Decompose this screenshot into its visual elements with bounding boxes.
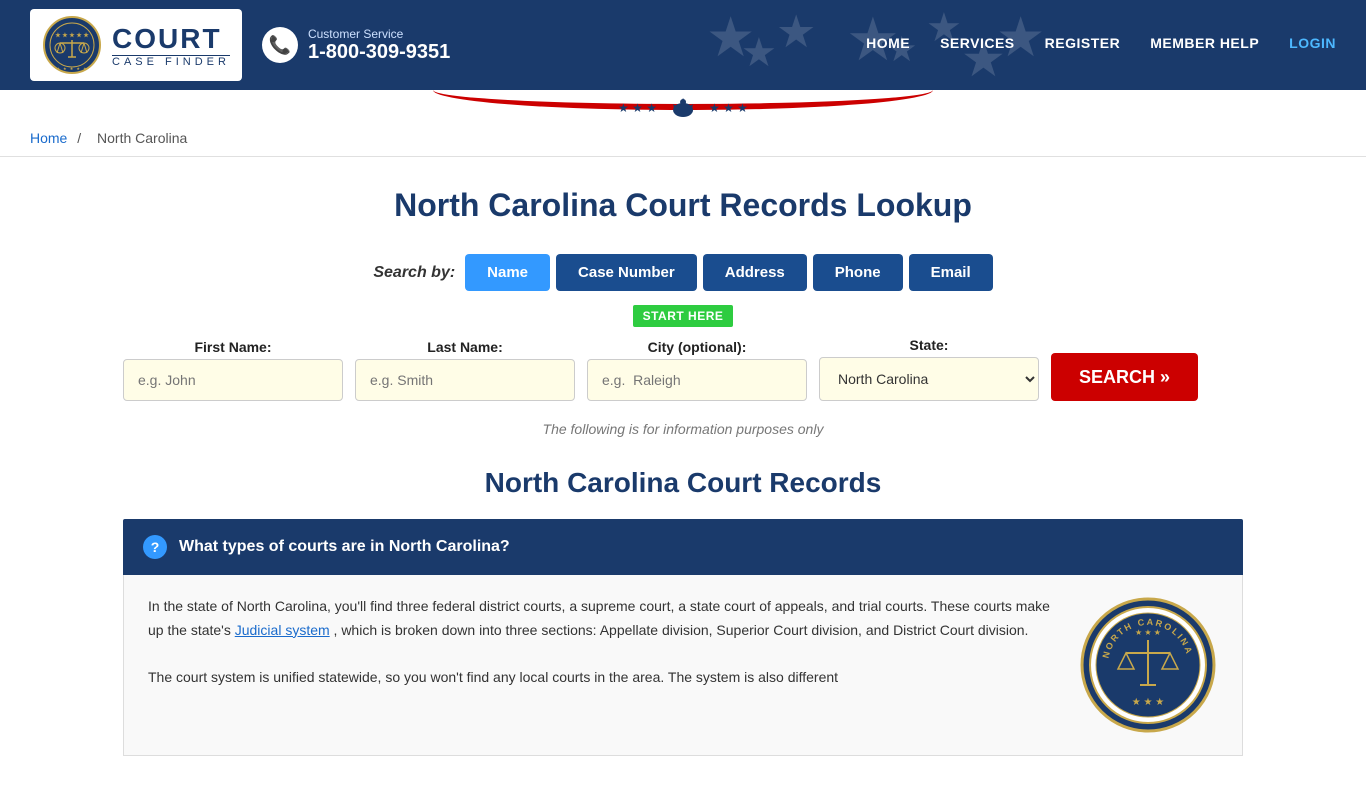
last-name-group: Last Name:: [355, 339, 575, 401]
logo[interactable]: ★ ★ ★ ★ ★ ★ ★ ★ ★ ★ COURT CASE FINDER: [30, 9, 242, 81]
logo-text: COURT CASE FINDER: [112, 23, 230, 68]
search-form: First Name: Last Name: City (optional): …: [123, 337, 1243, 401]
search-by-label: Search by:: [373, 264, 455, 282]
wave-arc: ★ ★ ★ ★ ★ ★: [433, 70, 933, 110]
faq-body-p1-cont: , which is broken down into three sectio…: [334, 622, 1029, 638]
nav-register[interactable]: REGISTER: [1045, 35, 1121, 55]
breadcrumb-home[interactable]: Home: [30, 130, 67, 146]
search-button[interactable]: SEARCH »: [1051, 353, 1198, 401]
city-label: City (optional):: [587, 339, 807, 355]
wave-arc-container: ★ ★ ★ ★ ★ ★: [433, 70, 933, 110]
state-select[interactable]: AlabamaAlaskaArizonaArkansas CaliforniaC…: [819, 357, 1039, 401]
cs-info: Customer Service 1-800-309-9351: [308, 27, 450, 64]
search-by-row: Search by: Name Case Number Address Phon…: [123, 254, 1243, 291]
judicial-system-link[interactable]: Judicial system: [235, 622, 330, 638]
faq-icon-1: ?: [143, 535, 167, 559]
city-group: City (optional):: [587, 339, 807, 401]
phone-icon: 📞: [262, 27, 298, 63]
header-left: ★ ★ ★ ★ ★ ★ ★ ★ ★ ★ COURT CASE FINDER: [30, 9, 450, 81]
breadcrumb: Home / North Carolina: [0, 120, 1366, 157]
eagle-icon: [665, 94, 701, 122]
tab-name[interactable]: Name: [465, 254, 550, 291]
nc-seal-icon: NORTH CAROLINA ★ ★ ★ ★ ★ ★: [1078, 595, 1218, 735]
info-note: The following is for information purpose…: [123, 421, 1243, 437]
svg-text:★ ★ ★ ★ ★: ★ ★ ★ ★ ★: [56, 66, 87, 71]
breadcrumb-separator: /: [77, 130, 81, 146]
eagle-area: ★ ★ ★ ★ ★ ★: [618, 94, 748, 122]
state-label: State:: [819, 337, 1039, 353]
faq-item-1: ? What types of courts are in North Caro…: [123, 519, 1243, 756]
main-nav: HOME SERVICES REGISTER MEMBER HELP LOGIN: [866, 35, 1336, 55]
svg-text:★ ★ ★ ★ ★: ★ ★ ★ ★ ★: [55, 32, 89, 39]
faq-para-2: The court system is unified statewide, s…: [148, 666, 1058, 690]
search-section: Search by: Name Case Number Address Phon…: [123, 254, 1243, 401]
nav-member-help[interactable]: MEMBER HELP: [1150, 35, 1259, 55]
svg-text:★ ★ ★: ★ ★ ★: [1132, 697, 1164, 708]
logo-case-finder-label: CASE FINDER: [112, 55, 230, 68]
svg-text:★ ★ ★: ★ ★ ★: [1135, 628, 1161, 637]
breadcrumb-current: North Carolina: [97, 130, 187, 146]
section-title: North Carolina Court Records: [123, 467, 1243, 499]
logo-court-label: COURT: [112, 23, 230, 55]
star-right: ★ ★ ★: [709, 101, 748, 115]
tab-address[interactable]: Address: [703, 254, 807, 291]
start-here-badge: START HERE: [633, 305, 734, 327]
faq-para-1: In the state of North Carolina, you'll f…: [148, 595, 1058, 643]
first-name-label: First Name:: [123, 339, 343, 355]
nav-home[interactable]: HOME: [866, 35, 910, 55]
last-name-input[interactable]: [355, 359, 575, 401]
faq-header-1[interactable]: ? What types of courts are in North Caro…: [123, 519, 1243, 575]
faq-question-1: What types of courts are in North Caroli…: [179, 538, 510, 556]
star-left: ★ ★ ★: [618, 101, 657, 115]
tab-email[interactable]: Email: [909, 254, 993, 291]
header-wave-decoration: ★ ★ ★ ★ ★ ★: [0, 90, 1366, 120]
logo-seal-icon: ★ ★ ★ ★ ★ ★ ★ ★ ★ ★: [42, 15, 102, 75]
tab-case-number[interactable]: Case Number: [556, 254, 697, 291]
faq-text-1: In the state of North Carolina, you'll f…: [148, 595, 1058, 690]
cs-phone: 1-800-309-9351: [308, 41, 450, 64]
city-input[interactable]: [587, 359, 807, 401]
nav-services[interactable]: SERVICES: [940, 35, 1015, 55]
cs-label: Customer Service: [308, 27, 450, 41]
last-name-label: Last Name:: [355, 339, 575, 355]
page-title: North Carolina Court Records Lookup: [123, 187, 1243, 224]
first-name-input[interactable]: [123, 359, 343, 401]
customer-service: 📞 Customer Service 1-800-309-9351: [262, 27, 450, 64]
main-content: North Carolina Court Records Lookup Sear…: [83, 157, 1283, 788]
search-form-section: START HERE First Name: Last Name: City (…: [123, 305, 1243, 401]
state-group: State: AlabamaAlaskaArizonaArkansas Cali…: [819, 337, 1039, 401]
first-name-group: First Name:: [123, 339, 343, 401]
faq-body-1: In the state of North Carolina, you'll f…: [123, 575, 1243, 756]
tab-phone[interactable]: Phone: [813, 254, 903, 291]
nav-login[interactable]: LOGIN: [1289, 35, 1336, 55]
